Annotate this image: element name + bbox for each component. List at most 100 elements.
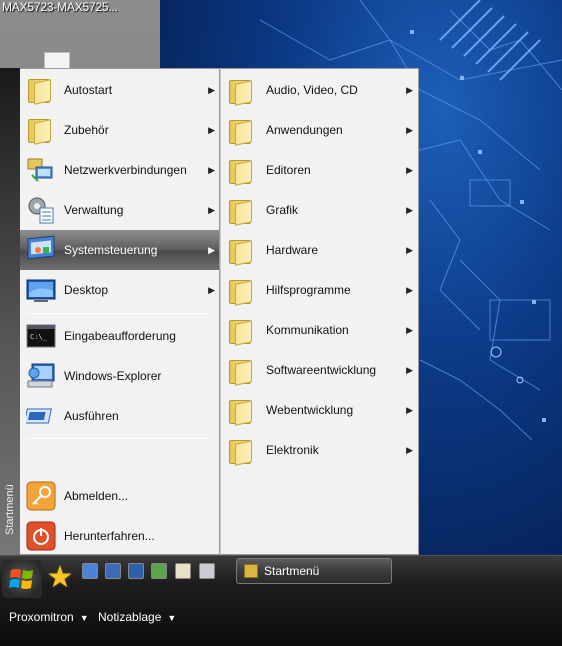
toolbar-menu-label: Proxomitron (9, 610, 74, 624)
submenu-item-label: Audio, Video, CD (266, 83, 358, 97)
menu-item-label: Zubehör (64, 123, 109, 137)
submenu-item-hardware[interactable]: Hardware ▶ (221, 230, 418, 270)
submenu-item-elektronik[interactable]: Elektronik ▶ (221, 430, 418, 470)
submenu-arrow-icon: ▶ (406, 365, 413, 375)
submenu-arrow-icon: ▶ (208, 205, 215, 215)
menu-item-label: Windows-Explorer (64, 369, 162, 383)
folder-icon (227, 316, 257, 346)
submenu-arrow-icon: ▶ (208, 125, 215, 135)
menu-item-label: Desktop (64, 283, 109, 297)
dropdown-caret-icon: ▼ (79, 613, 89, 623)
folder-icon (227, 436, 257, 466)
folder-icon (227, 356, 257, 386)
submenu-item-anwendungen[interactable]: Anwendungen ▶ (221, 110, 418, 150)
taskbar-button-label: Startmenü (264, 564, 320, 578)
menu-item-label: Herunterfahren... (64, 529, 155, 543)
menu-item-abmelden[interactable]: Abmelden... (20, 476, 219, 516)
submenu-arrow-icon: ▶ (406, 445, 413, 455)
menu-item-label: Autostart (64, 83, 113, 97)
menu-item-windows-explorer[interactable]: Windows-Explorer (20, 356, 219, 396)
submenu-arrow-icon: ▶ (208, 165, 215, 175)
submenu-arrow-icon: ▶ (406, 85, 413, 95)
menu-item-eingabeaufforderung[interactable]: C:\_ Eingabeaufforderung (20, 316, 219, 356)
network-connections-icon (26, 155, 56, 185)
submenu-arrow-icon: ▶ (406, 285, 413, 295)
quicklaunch-desktop-icon[interactable] (82, 563, 98, 579)
quicklaunch-explorer-icon[interactable] (128, 563, 144, 579)
folder-icon (244, 564, 258, 578)
folder-icon (227, 276, 257, 306)
submenu-item-label: Grafik (266, 203, 299, 217)
quicklaunch-calculator-icon[interactable] (199, 563, 215, 579)
submenu-arrow-icon: ▶ (406, 125, 413, 135)
submenu-arrow-icon: ▶ (406, 325, 413, 335)
run-icon (23, 401, 56, 431)
menu-item-label: Netzwerkverbindungen (64, 163, 187, 177)
submenu-arrow-icon: ▶ (406, 205, 413, 215)
svg-text:C:\_: C:\_ (30, 333, 48, 341)
windows-logo-icon (9, 569, 33, 589)
submenu-item-softwareentwicklung[interactable]: Softwareentwicklung ▶ (221, 350, 418, 390)
menu-item-herunterfahren[interactable]: Herunterfahren... (20, 516, 219, 556)
quicklaunch-windows-icon[interactable] (105, 563, 121, 579)
logoff-key-icon (26, 481, 56, 511)
submenu-item-kommunikation[interactable]: Kommunikation ▶ (221, 310, 418, 350)
submenu-item-label: Webentwicklung (266, 403, 354, 417)
submenu-item-editoren[interactable]: Editoren ▶ (221, 150, 418, 190)
window-title: MAX5723-MAX5725... (2, 0, 118, 14)
favorites-star-icon[interactable]: ★ (44, 562, 76, 594)
menu-item-label: Abmelden... (64, 489, 129, 503)
submenu-item-label: Anwendungen (266, 123, 343, 137)
toolbar-menu-proxomitron[interactable]: Proxomitron ▼ (9, 610, 89, 624)
submenu-item-label: Elektronik (266, 443, 319, 457)
shutdown-icon (26, 521, 56, 551)
menu-item-ausfuehren[interactable]: Ausführen (20, 396, 219, 436)
toolbar-menu-notizablage[interactable]: Notizablage ▼ (98, 610, 176, 624)
submenu-item-hilfsprogramme[interactable]: Hilfsprogramme ▶ (221, 270, 418, 310)
folder-icon (227, 196, 257, 226)
submenu-item-label: Softwareentwicklung (266, 363, 377, 377)
folder-icon (26, 115, 56, 145)
menu-item-label: Ausführen (64, 409, 119, 423)
menu-separator (28, 438, 210, 439)
menu-item-zubehoer[interactable]: Zubehör ▶ (20, 110, 219, 150)
submenu-item-webentwicklung[interactable]: Webentwicklung ▶ (221, 390, 418, 430)
taskbar-button-startmenu[interactable]: Startmenü (236, 558, 392, 584)
submenu-arrow-icon: ▶ (406, 165, 413, 175)
menu-separator (28, 313, 210, 314)
menu-item-label: Verwaltung (64, 203, 124, 217)
submenu-arrow-icon: ▶ (208, 285, 215, 295)
desktop-icon (26, 275, 56, 305)
folder-icon (227, 156, 257, 186)
submenu-item-label: Editoren (266, 163, 311, 177)
submenu-item-audio-video-cd[interactable]: Audio, Video, CD ▶ (221, 70, 418, 110)
folder-icon (227, 76, 257, 106)
toolbar-menu-label: Notizablage (98, 610, 162, 624)
dropdown-caret-icon: ▼ (167, 613, 177, 623)
quicklaunch-notes-icon[interactable] (151, 563, 167, 579)
submenu-arrow-icon: ▶ (208, 85, 215, 95)
command-prompt-icon: C:\_ (26, 321, 56, 351)
submenu-item-grafik[interactable]: Grafik ▶ (221, 190, 418, 230)
start-button[interactable] (2, 560, 42, 598)
quicklaunch-editor-icon[interactable] (175, 563, 191, 579)
submenu-item-label: Hardware (266, 243, 319, 257)
submenu-arrow-icon: ▶ (406, 405, 413, 415)
submenu-arrow-icon: ▶ (208, 245, 215, 255)
menu-item-autostart[interactable]: Autostart ▶ (20, 70, 219, 110)
menu-item-verwaltung[interactable]: Verwaltung ▶ (20, 190, 219, 230)
windows-explorer-icon (26, 361, 56, 391)
menu-item-label: Eingabeaufforderung (64, 329, 176, 343)
control-panel-icon (26, 235, 56, 265)
administration-icon (26, 195, 56, 225)
menu-item-systemsteuerung[interactable]: Systemsteuerung ▶ (20, 230, 219, 270)
submenu-arrow-icon: ▶ (406, 245, 413, 255)
folder-icon (227, 116, 257, 146)
start-menu-strip-label: Startmenü (4, 484, 16, 536)
folder-icon (227, 396, 257, 426)
submenu-item-label: Kommunikation (266, 323, 349, 337)
menu-item-label: Systemsteuerung (64, 243, 158, 257)
folder-icon (227, 236, 257, 266)
menu-item-netzwerkverbindungen[interactable]: Netzwerkverbindungen ▶ (20, 150, 219, 190)
menu-item-desktop[interactable]: Desktop ▶ (20, 270, 219, 310)
